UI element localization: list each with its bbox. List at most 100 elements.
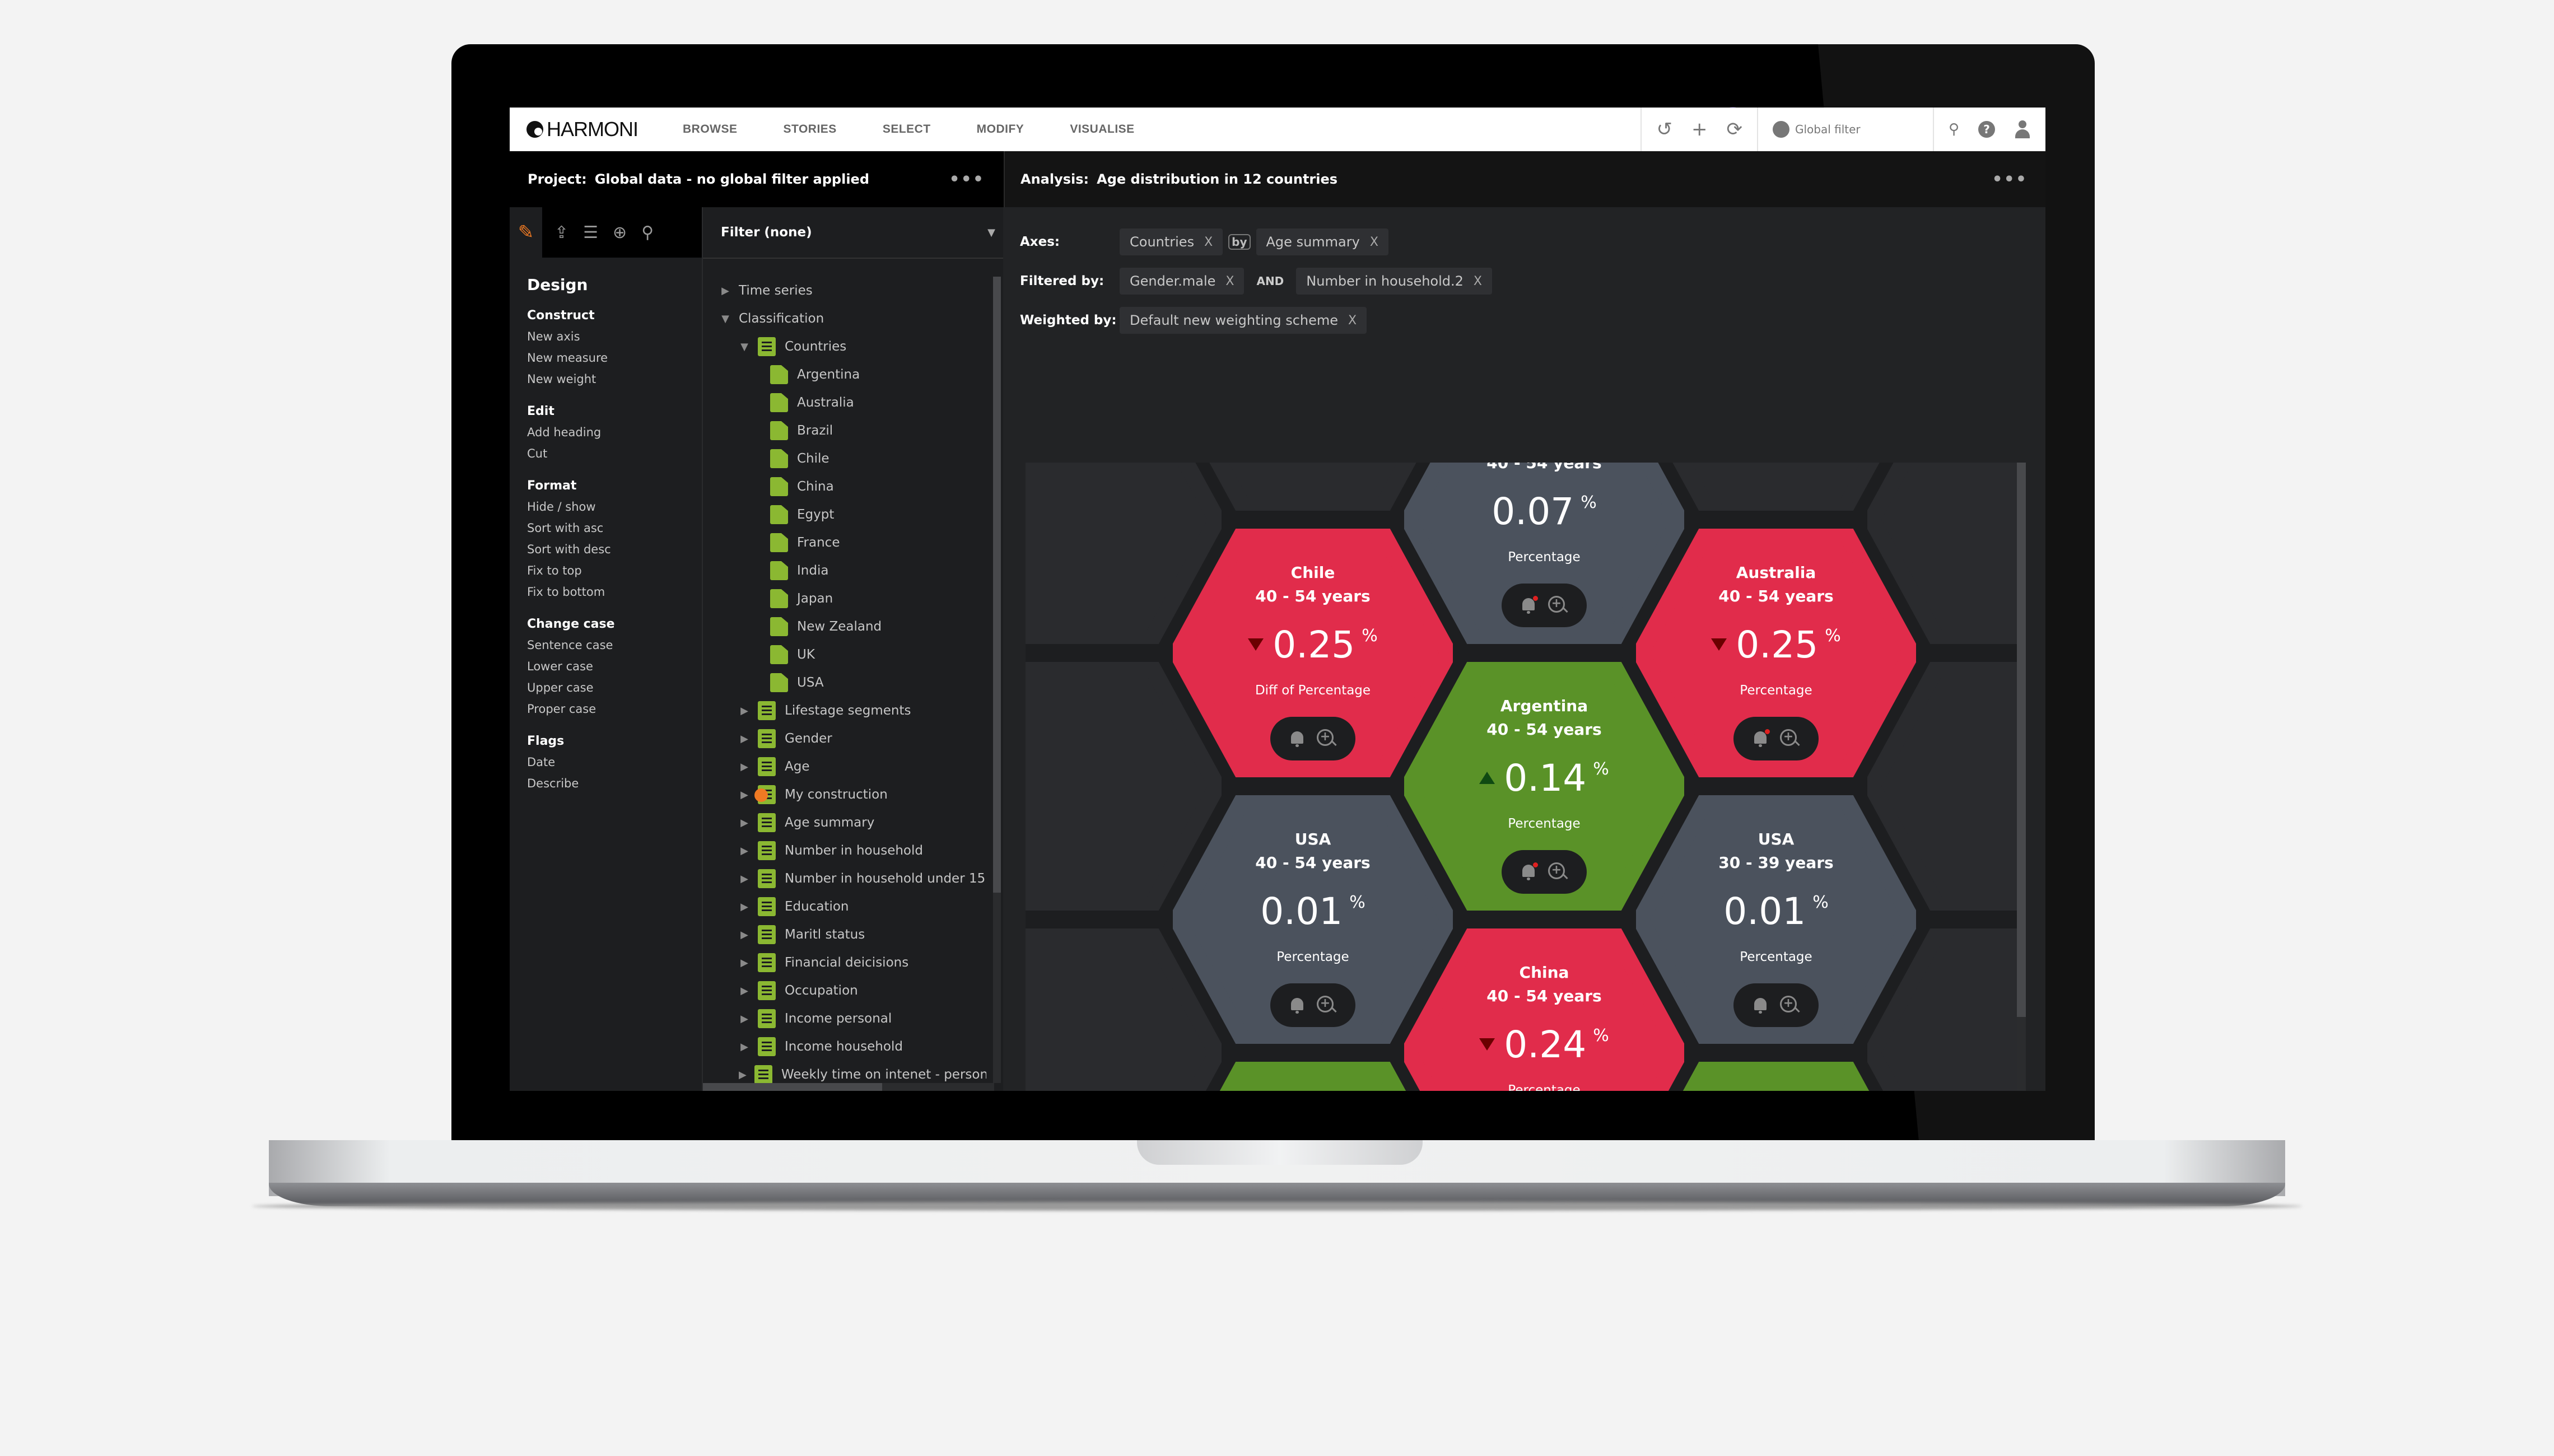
nav-modify[interactable]: MODIFY <box>977 123 1024 136</box>
analysis-menu-button[interactable]: ••• <box>1992 170 2028 189</box>
scroll-thumb[interactable] <box>993 277 1001 893</box>
filter-chip[interactable]: Gender.male X <box>1120 268 1245 295</box>
tree-row[interactable]: ▶ Age <box>720 753 986 781</box>
tree-row[interactable]: ▶ Lifestage segments <box>720 697 986 725</box>
filter-chip[interactable]: Number in household.2 X <box>1296 268 1492 295</box>
tree-row[interactable]: ▶ Time series <box>720 277 986 305</box>
undo-icon[interactable]: ↺ <box>1656 120 1672 139</box>
filter-dropdown[interactable]: Filter (none) ▼ <box>703 207 1003 259</box>
nav-visualise[interactable]: VISUALISE <box>1070 123 1134 136</box>
design-menu-item[interactable]: Hide / show <box>527 496 615 517</box>
tree-row[interactable]: ▶ My construction <box>720 781 986 809</box>
alert-bell-icon[interactable] <box>1521 596 1538 614</box>
tree-row[interactable]: ▶ Education <box>720 893 986 921</box>
axis-chip[interactable]: Countries X <box>1120 228 1223 255</box>
zoom-in-icon[interactable] <box>1780 729 1799 748</box>
zoom-in-icon[interactable] <box>1780 996 1799 1015</box>
caret-right-icon[interactable]: ▶ <box>739 1013 750 1025</box>
tree-row[interactable]: ▶ Financial deicisions <box>720 949 986 977</box>
design-menu-item[interactable]: Fix to top <box>527 560 615 581</box>
alert-bell-icon[interactable] <box>1290 730 1304 747</box>
design-menu-item[interactable]: Sort with asc <box>527 517 615 539</box>
tree-row[interactable]: ▶ Maritl status <box>720 921 986 949</box>
caret-right-icon[interactable]: ▶ <box>739 705 750 717</box>
global-filter-button[interactable]: Global filter <box>1772 121 1918 138</box>
weight-chip[interactable]: Default new weighting scheme X <box>1120 307 1367 334</box>
tree-vertical-scrollbar[interactable] <box>993 277 1001 1083</box>
alert-bell-icon[interactable] <box>1753 997 1768 1014</box>
caret-right-icon[interactable]: ▶ <box>739 901 750 913</box>
axis-chip[interactable]: Age summary X <box>1256 228 1388 255</box>
zoom-in-icon[interactable] <box>1548 862 1567 881</box>
alert-bell-icon[interactable] <box>1521 862 1538 880</box>
export-icon[interactable]: ⇪ <box>554 223 568 242</box>
caret-right-icon[interactable]: ▶ <box>720 285 731 297</box>
design-menu-item[interactable]: Add heading <box>527 422 615 443</box>
tree-row[interactable]: USA <box>720 669 986 697</box>
nav-select[interactable]: SELECT <box>883 123 931 136</box>
hex-tile-positive[interactable]: Brazil <box>1173 1062 1453 1091</box>
tree-row[interactable]: ▶ Income household <box>720 1033 986 1061</box>
caret-down-icon[interactable]: ▼ <box>720 313 731 325</box>
tree-row[interactable]: Chile <box>720 445 986 473</box>
tree-row[interactable]: ▶ Income personal <box>720 1005 986 1033</box>
design-menu-item[interactable]: Upper case <box>527 677 615 698</box>
tree-row[interactable]: Egypt <box>720 501 986 529</box>
tree-row[interactable]: Australia <box>720 389 986 417</box>
database-icon[interactable]: ☰ <box>583 223 598 242</box>
remove-icon[interactable]: X <box>1225 274 1234 288</box>
caret-right-icon[interactable]: ▶ <box>739 1069 747 1081</box>
hex-tile-positive[interactable]: France <box>1636 1062 1916 1091</box>
design-menu-item[interactable]: Proper case <box>527 698 615 720</box>
alert-bell-icon[interactable] <box>1753 729 1770 747</box>
search-icon[interactable]: ⚲ <box>641 223 654 242</box>
design-menu-item[interactable]: Sort with desc <box>527 539 615 560</box>
design-menu-item[interactable]: Describe <box>527 773 615 794</box>
tree-row[interactable]: ▼ Countries <box>720 333 986 361</box>
caret-right-icon[interactable]: ▶ <box>739 957 750 969</box>
caret-right-icon[interactable]: ▶ <box>739 1041 750 1053</box>
zoom-in-icon[interactable] <box>1317 729 1336 748</box>
design-menu-item[interactable]: Fix to bottom <box>527 581 615 603</box>
add-icon[interactable]: + <box>1691 120 1708 139</box>
hex-grid-scrollbar[interactable] <box>2017 463 2026 1091</box>
project-menu-button[interactable]: ••• <box>949 170 985 189</box>
tree-row[interactable]: ▼ Classification <box>720 305 986 333</box>
design-menu-item[interactable]: Date <box>527 752 615 773</box>
tree-horizontal-scrollbar[interactable] <box>703 1083 994 1091</box>
caret-right-icon[interactable]: ▶ <box>739 845 750 857</box>
scroll-thumb[interactable] <box>2017 463 2026 1017</box>
nav-stories[interactable]: STORIES <box>784 123 837 136</box>
add-filter-icon[interactable]: ⊕ <box>613 223 627 242</box>
caret-right-icon[interactable]: ▶ <box>739 761 750 773</box>
tree-row[interactable]: ▶ Occupation <box>720 977 986 1005</box>
nav-browse[interactable]: BROWSE <box>683 123 738 136</box>
and-operator[interactable]: AND <box>1256 274 1284 288</box>
caret-right-icon[interactable]: ▶ <box>739 733 750 745</box>
route-pins-icon[interactable]: ⚲ <box>1949 122 1959 137</box>
zoom-in-icon[interactable] <box>1548 596 1567 615</box>
caret-right-icon[interactable]: ▶ <box>739 873 750 885</box>
tree-row[interactable]: New Zealand <box>720 613 986 641</box>
tree-row[interactable]: China <box>720 473 986 501</box>
tree-row[interactable]: ▶ Number in household under 15 <box>720 865 986 893</box>
caret-right-icon[interactable]: ▶ <box>739 985 750 997</box>
swap-axes-button[interactable]: by <box>1228 234 1251 250</box>
remove-icon[interactable]: X <box>1474 274 1482 288</box>
caret-down-icon[interactable]: ▼ <box>739 341 750 353</box>
remove-icon[interactable]: X <box>1370 235 1378 249</box>
caret-right-icon[interactable]: ▶ <box>739 789 750 801</box>
alert-bell-icon[interactable] <box>1290 997 1304 1014</box>
zoom-in-icon[interactable] <box>1317 996 1336 1015</box>
tree-row[interactable]: India <box>720 557 986 585</box>
design-menu-item[interactable]: New weight <box>527 368 615 390</box>
remove-icon[interactable]: X <box>1348 314 1357 328</box>
user-icon[interactable] <box>2014 120 2031 138</box>
design-menu-item[interactable]: Sentence case <box>527 634 615 656</box>
tree-row[interactable]: Japan <box>720 585 986 613</box>
scroll-thumb[interactable] <box>703 1083 882 1091</box>
tree-row[interactable]: Brazil <box>720 417 986 445</box>
refresh-icon[interactable]: ⟳ <box>1726 120 1742 139</box>
tree-row[interactable]: ▶ Gender <box>720 725 986 753</box>
design-tools-icon[interactable]: ✎ <box>510 207 542 258</box>
